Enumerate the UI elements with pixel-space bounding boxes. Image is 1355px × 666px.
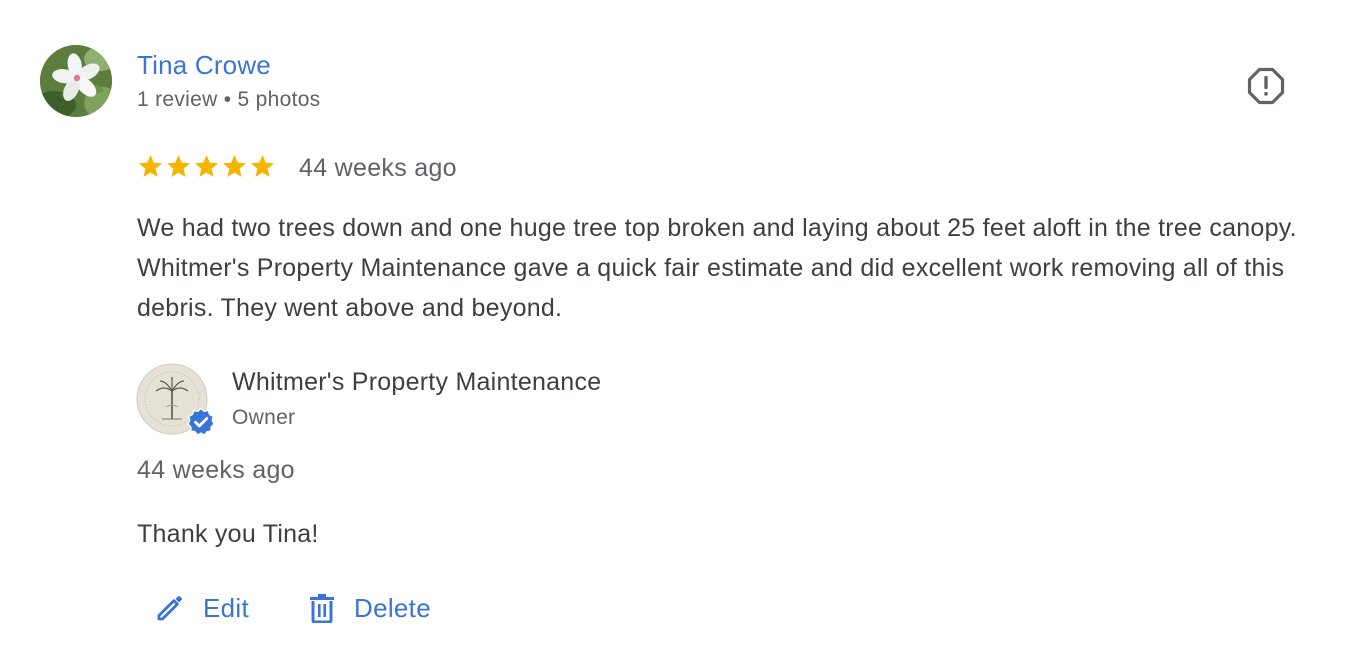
reviewer-avatar[interactable] xyxy=(40,45,112,117)
reviewer-name[interactable]: Tina Crowe xyxy=(137,50,271,81)
rating-stars xyxy=(137,153,276,180)
reply-text: Thank you Tina! xyxy=(137,520,319,548)
delete-label: Delete xyxy=(354,592,431,623)
star-icon xyxy=(167,155,190,177)
verified-badge-icon xyxy=(186,407,216,437)
pencil-icon xyxy=(157,596,182,621)
star-icon xyxy=(223,155,246,177)
owner-name: Whitmer's Property Maintenance xyxy=(232,368,602,396)
review-card: Tina Crowe 1 review • 5 photos 44 weeks … xyxy=(0,0,1355,666)
flag-report-icon xyxy=(1247,67,1285,105)
star-icon xyxy=(139,155,162,177)
edit-label: Edit xyxy=(203,592,250,623)
reply-time: 44 weeks ago xyxy=(137,456,295,484)
star-icon xyxy=(195,155,218,177)
star-icon xyxy=(251,155,274,177)
edit-reply-button[interactable]: Edit xyxy=(155,587,249,629)
reviewer-meta: 1 review • 5 photos xyxy=(137,88,321,111)
owner-avatar xyxy=(136,363,216,437)
trash-icon xyxy=(310,594,334,623)
reviewer-avatar-image xyxy=(40,45,112,117)
delete-reply-button[interactable]: Delete xyxy=(308,587,431,629)
owner-role: Owner xyxy=(232,406,296,429)
report-review-button[interactable] xyxy=(1246,66,1286,106)
review-time: 44 weeks ago xyxy=(299,154,457,182)
review-text: We had two trees down and one huge tree … xyxy=(137,214,1297,322)
